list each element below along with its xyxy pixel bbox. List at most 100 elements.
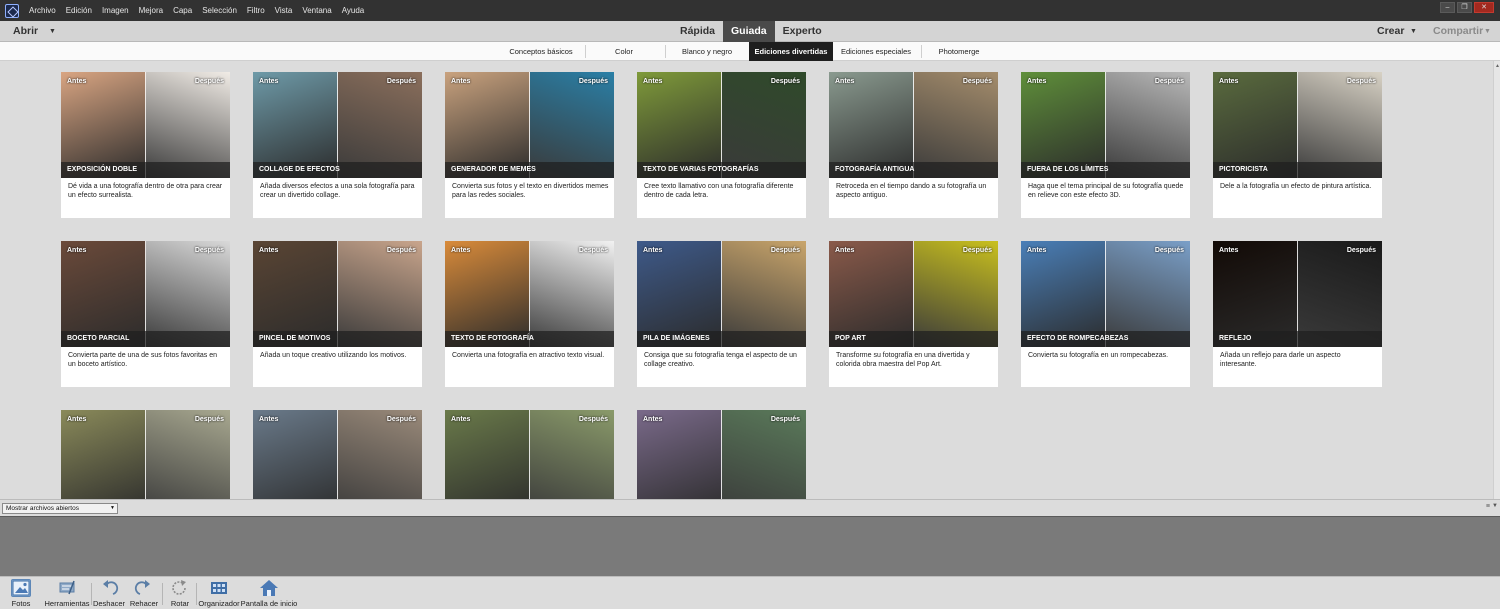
subtab-photomerge[interactable]: Photomerge — [925, 42, 993, 61]
divider — [665, 45, 666, 58]
guided-edit-card[interactable]: Antes Después POP ART Transforme su fotogra… — [829, 241, 998, 387]
tab-experto[interactable]: Experto — [775, 21, 830, 42]
guided-edit-card[interactable]: Antes Después — [253, 410, 422, 499]
card-title: PILA DE IMÁGENES — [637, 331, 806, 347]
menu-vista[interactable]: Vista — [270, 0, 298, 21]
subtab-blanco-y-negro[interactable]: Blanco y negro — [668, 42, 746, 61]
before-after-divider — [337, 410, 338, 499]
undo-icon — [99, 579, 119, 597]
guided-edit-card[interactable]: Antes Después — [61, 410, 230, 499]
guided-edit-card[interactable]: Antes Después BOCETO PARCIAL Convierta part… — [61, 241, 230, 387]
mode-bar: Abrir ▼ Rápida Guiada Experto Crear ▼ Co… — [0, 21, 1500, 42]
menu-ayuda[interactable]: Ayuda — [337, 0, 370, 21]
card-description: Dele a la fotografía un efecto de pintur… — [1220, 183, 1372, 190]
guided-edit-card[interactable]: Antes Después TEXTO DE VARIAS FOTOGRAFÍAS C… — [637, 72, 806, 218]
after-image — [530, 410, 614, 499]
chevron-down-icon[interactable]: ▼ — [1410, 21, 1417, 42]
subtab-color[interactable]: Color — [588, 42, 660, 61]
before-after-thumbnail: Antes Después COLLAGE DE EFECTOS — [253, 72, 422, 178]
before-label: Antes — [451, 78, 471, 85]
guided-edit-card[interactable]: Antes Después EFECTO DE ROMPECABEZAS Convie… — [1021, 241, 1190, 387]
tools-button[interactable]: Herramientas — [43, 579, 91, 608]
menu-seleccion[interactable]: Selección — [197, 0, 242, 21]
before-image — [637, 410, 722, 499]
guided-edit-card[interactable]: Antes Después — [637, 410, 806, 499]
photos-label: Fotos — [11, 599, 31, 608]
close-icon[interactable]: ✕ — [1474, 2, 1494, 13]
subtab-ediciones-especiales[interactable]: Ediciones especiales — [834, 42, 918, 61]
minimize-icon[interactable]: – — [1440, 2, 1455, 13]
before-after-thumbnail: Antes Después FOTOGRAFÍA ANTIGUA — [829, 72, 998, 178]
card-title: FUERA DE LOS LÍMITES — [1021, 162, 1190, 178]
before-label: Antes — [835, 247, 855, 254]
after-label: Después — [770, 247, 800, 254]
menu-capa[interactable]: Capa — [168, 0, 197, 21]
card-description: Haga que el tema principal de su fotogra… — [1028, 183, 1184, 199]
card-title: REFLEJO — [1213, 331, 1382, 347]
guided-edit-card[interactable]: Antes Después PINCEL DE MOTIVOS Añada un to… — [253, 241, 422, 387]
after-label: Después — [770, 78, 800, 85]
subtab-conceptos-basicos[interactable]: Conceptos básicos — [500, 42, 582, 61]
chevron-down-icon: ▼ — [110, 505, 115, 511]
guided-edit-card[interactable]: Antes Después FUERA DE LOS LÍMITES Haga que… — [1021, 72, 1190, 218]
vertical-scrollbar[interactable]: ▲ — [1493, 61, 1500, 499]
after-label: Después — [1346, 78, 1376, 85]
rotate-label: Rotar — [170, 599, 190, 608]
home-screen-button[interactable]: Pantalla de inicio — [240, 579, 298, 608]
photos-button[interactable]: Fotos — [6, 579, 36, 608]
guided-edit-card[interactable]: Antes Después PICTORICISTA Dele a la fotogr… — [1213, 72, 1382, 218]
chevron-down-icon[interactable]: ▼ — [1492, 503, 1498, 509]
mode-tabs: Rápida Guiada Experto — [672, 21, 830, 42]
guided-edit-card[interactable]: Antes Después EXPOSICIÓN DOBLE Dé vida a un… — [61, 72, 230, 218]
restore-icon[interactable]: ❐ — [1457, 2, 1472, 13]
redo-button[interactable]: Rehacer — [128, 579, 160, 608]
share-button[interactable]: Compartir — [1433, 21, 1483, 42]
before-after-thumbnail: Antes Después EXPOSICIÓN DOBLE — [61, 72, 230, 178]
before-after-thumbnail: Antes Después POP ART — [829, 241, 998, 347]
undo-button[interactable]: Deshacer — [92, 579, 126, 608]
scroll-up-icon[interactable]: ▲ — [1494, 63, 1500, 69]
before-image — [445, 410, 530, 499]
menu-archivo[interactable]: Archivo — [24, 0, 61, 21]
guided-edit-card[interactable]: Antes Después REFLEJO Añada un reflejo para… — [1213, 241, 1382, 387]
menu-imagen[interactable]: Imagen — [97, 0, 134, 21]
panel-menu-icon[interactable]: ≡ — [1486, 503, 1490, 510]
chevron-down-icon[interactable]: ▼ — [49, 21, 56, 42]
organizer-button[interactable]: Organizador — [198, 579, 240, 608]
menu-filtro[interactable]: Filtro — [242, 0, 270, 21]
before-label: Antes — [259, 78, 279, 85]
guided-edit-card[interactable]: Antes Después GENERADOR DE MEMES Convierta … — [445, 72, 614, 218]
menu-edicion[interactable]: Edición — [61, 0, 97, 21]
card-description: Cree texto llamativo con una fotografía … — [644, 183, 794, 199]
guided-edit-card[interactable]: Antes Después FOTOGRAFÍA ANTIGUA Retroceda … — [829, 72, 998, 218]
before-after-divider — [145, 410, 146, 499]
rotate-button[interactable]: Rotar — [166, 579, 194, 608]
before-label: Antes — [643, 78, 663, 85]
create-button[interactable]: Crear — [1377, 21, 1404, 42]
chevron-down-icon[interactable]: ▼ — [1484, 21, 1491, 42]
subtab-ediciones-divertidas[interactable]: Ediciones divertidas — [749, 42, 833, 61]
menu-ventana[interactable]: Ventana — [297, 0, 336, 21]
card-description: Dé vida a una fotografía dentro de otra … — [68, 183, 223, 199]
guided-edit-card[interactable]: Antes Después — [445, 410, 614, 499]
guided-edit-card[interactable]: Antes Después PILA DE IMÁGENES Consiga que … — [637, 241, 806, 387]
before-label: Antes — [259, 416, 279, 423]
tab-rapida[interactable]: Rápida — [672, 21, 723, 42]
card-description: Retroceda en el tiempo dando a su fotogr… — [836, 183, 987, 199]
before-label: Antes — [67, 247, 87, 254]
open-button[interactable]: Abrir — [13, 21, 38, 42]
guided-edit-card[interactable]: Antes Después TEXTO DE FOTOGRAFÍA Convierta… — [445, 241, 614, 387]
home-icon — [259, 579, 279, 597]
before-after-divider — [529, 410, 530, 499]
before-after-thumbnail: Antes Después GENERADOR DE MEMES — [445, 72, 614, 178]
before-label: Antes — [67, 416, 87, 423]
tab-guiada[interactable]: Guiada — [723, 21, 775, 42]
divider — [196, 583, 197, 605]
guided-edit-card[interactable]: Antes Después COLLAGE DE EFECTOS Añada dive… — [253, 72, 422, 218]
show-files-select[interactable]: Mostrar archivos abiertos ▼ — [2, 503, 118, 514]
redo-icon — [134, 579, 154, 597]
card-title: PINCEL DE MOTIVOS — [253, 331, 422, 347]
before-label: Antes — [1219, 78, 1239, 85]
card-description: Transforme su fotografía en una divertid… — [836, 352, 970, 368]
menu-mejora[interactable]: Mejora — [134, 0, 168, 21]
